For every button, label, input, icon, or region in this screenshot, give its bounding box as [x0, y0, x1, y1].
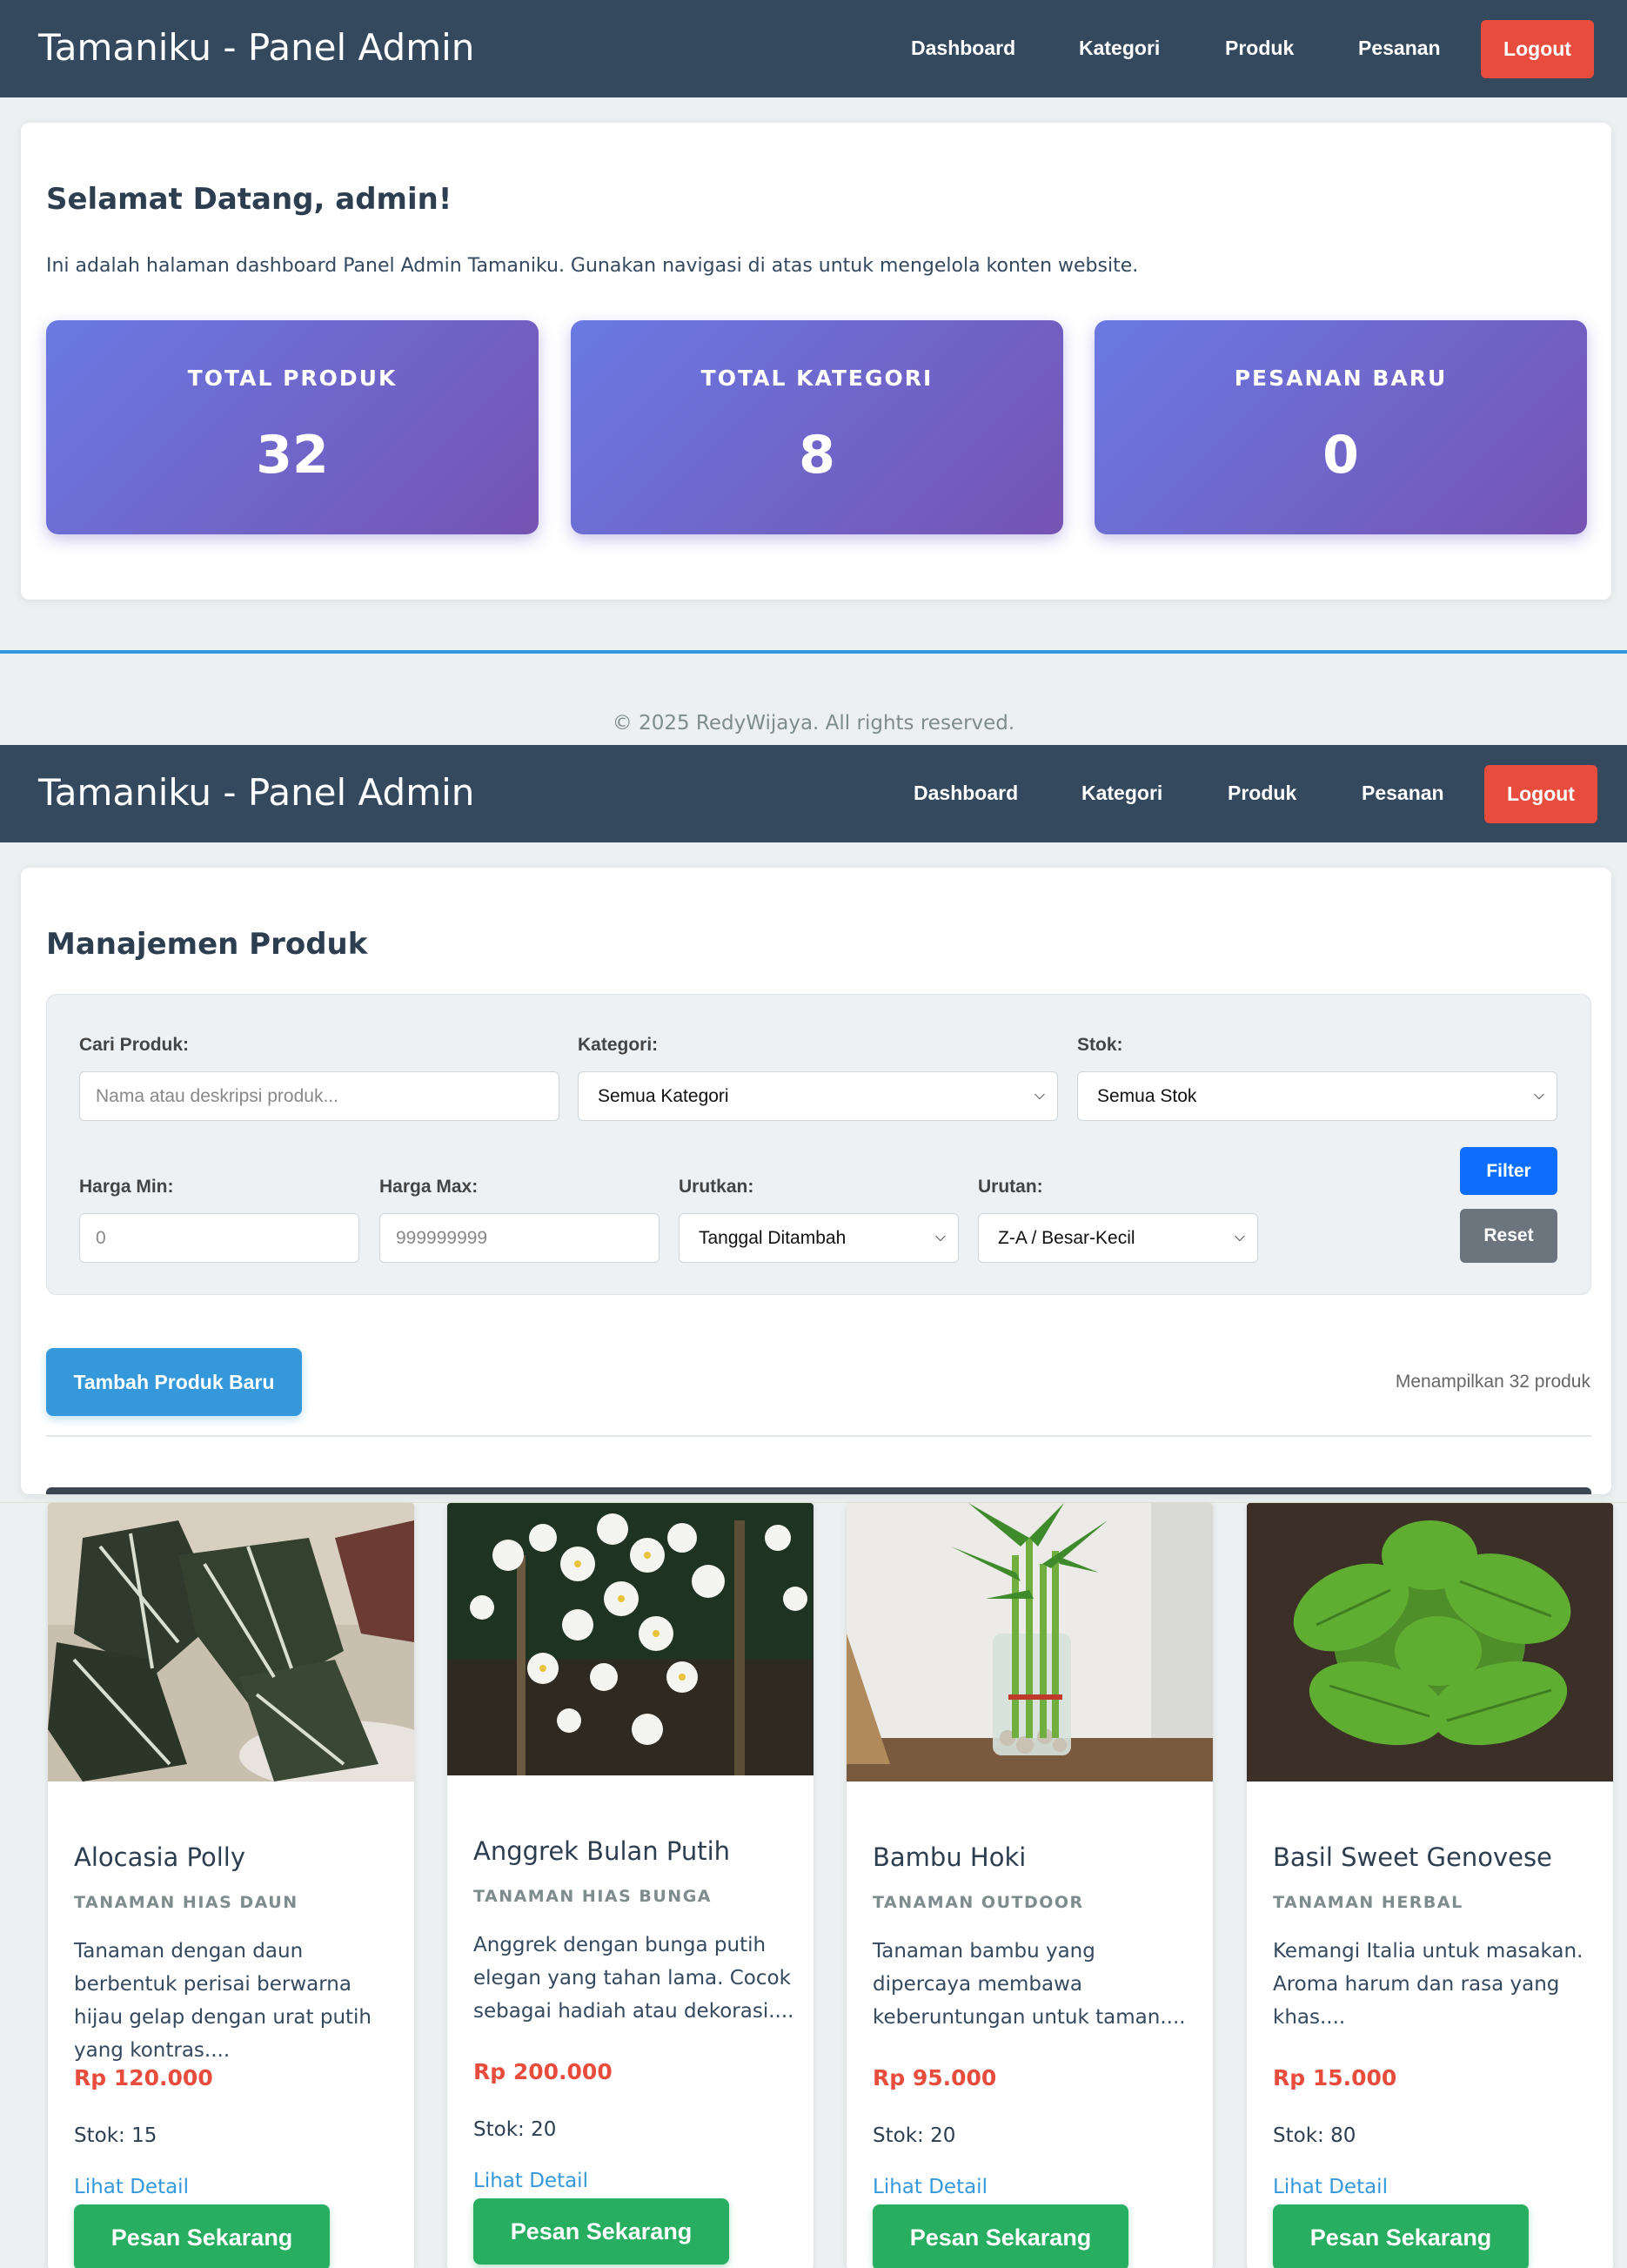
order-select[interactable]: Z-A / Besar-Kecil ⌵	[978, 1213, 1258, 1263]
stat-value: 8	[799, 425, 835, 486]
search-label: Cari Produk:	[79, 1035, 190, 1055]
brand-title[interactable]: Tamaniku - Panel Admin	[38, 26, 474, 69]
product-price: Rp 95.000	[873, 2065, 997, 2090]
stat-label: Total Kategori	[700, 366, 934, 391]
stat-pesanan-baru: Pesanan Baru 0	[1095, 320, 1587, 534]
table-header-strip	[46, 1487, 1591, 1494]
product-category: Tanaman Hias Daun	[74, 1893, 298, 1912]
product-category: Tanaman Outdoor	[873, 1893, 1084, 1912]
nav-kategori[interactable]: Kategori	[1079, 37, 1160, 60]
stat-value: 32	[256, 425, 329, 486]
product-image[interactable]	[447, 1503, 814, 1775]
order-now-button[interactable]: Pesan Sekarang	[74, 2204, 330, 2268]
product-image[interactable]	[48, 1503, 414, 1782]
basil-plant-image	[1247, 1503, 1613, 1782]
product-image[interactable]	[847, 1503, 1213, 1782]
nav-dashboard[interactable]: Dashboard	[914, 782, 1018, 805]
nav-dashboard[interactable]: Dashboard	[911, 37, 1015, 60]
product-name: Anggrek Bulan Putih	[473, 1836, 731, 1866]
product-name: Bambu Hoki	[873, 1842, 1027, 1872]
product-stock: Stok: 20	[873, 2124, 956, 2147]
product-name: Alocasia Polly	[74, 1842, 245, 1872]
order-now-button[interactable]: Pesan Sekarang	[1273, 2204, 1529, 2268]
min-price-input[interactable]	[79, 1213, 359, 1263]
logout-button[interactable]: Logout	[1481, 20, 1594, 78]
product-stock: Stok: 15	[74, 2124, 157, 2147]
product-description: Anggrek dengan bunga putih elegan yang t…	[473, 1934, 794, 2023]
category-select-value: Semua Kategori	[598, 1085, 729, 1106]
order-now-button[interactable]: Pesan Sekarang	[873, 2204, 1128, 2268]
page-title: Manajemen Produk	[46, 927, 368, 962]
stat-value: 0	[1322, 425, 1359, 486]
nav-produk[interactable]: Produk	[1225, 37, 1294, 60]
product-card: Anggrek Bulan Putih Tanaman Hias Bunga A…	[447, 1503, 814, 2268]
order-select-value: Z-A / Besar-Kecil	[998, 1227, 1135, 1248]
alocasia-leaves-image	[48, 1503, 414, 1782]
stat-total-produk: Total Produk 32	[46, 320, 539, 534]
reset-button[interactable]: Reset	[1460, 1209, 1557, 1263]
product-category: Tanaman Herbal	[1273, 1893, 1463, 1912]
product-description: Kemangi Italia untuk masakan. Aroma haru…	[1273, 1940, 1583, 2029]
chevron-down-icon: ⌵	[934, 1230, 946, 1245]
logout-button[interactable]: Logout	[1484, 765, 1597, 823]
product-name: Basil Sweet Genovese	[1273, 1842, 1552, 1872]
category-select[interactable]: Semua Kategori ⌵	[578, 1071, 1058, 1121]
product-price: Rp 120.000	[74, 2065, 213, 2090]
welcome-intro: Ini adalah halaman dashboard Panel Admin…	[46, 255, 1139, 277]
sort-select-value: Tanggal Ditambah	[699, 1227, 847, 1248]
product-detail-link[interactable]: Lihat Detail	[473, 2170, 588, 2192]
chevron-down-icon: ⌵	[1034, 1088, 1045, 1103]
product-stock: Stok: 80	[1273, 2124, 1356, 2147]
product-price: Rp 200.000	[473, 2059, 613, 2084]
search-input[interactable]	[79, 1071, 559, 1121]
nav-produk[interactable]: Produk	[1228, 782, 1296, 805]
section-divider	[46, 1435, 1591, 1437]
welcome-title: Selamat Datang, admin!	[46, 182, 452, 217]
order-label: Urutan:	[978, 1177, 1043, 1197]
stat-total-kategori: Total Kategori 8	[571, 320, 1063, 534]
brand-title[interactable]: Tamaniku - Panel Admin	[38, 771, 474, 814]
stat-label: Total Produk	[187, 366, 398, 391]
max-price-label: Harga Max:	[379, 1177, 479, 1197]
filter-button[interactable]: Filter	[1460, 1147, 1557, 1195]
product-card: Bambu Hoki Tanaman Outdoor Tanaman bambu…	[847, 1503, 1213, 2268]
product-detail-link[interactable]: Lihat Detail	[1273, 2176, 1388, 2198]
stock-label: Stok:	[1077, 1035, 1123, 1055]
footer-copyright: © 2025 RedyWijaya. All rights reserved.	[612, 712, 1015, 735]
sort-label: Urutkan:	[679, 1177, 754, 1197]
product-stock: Stok: 20	[473, 2118, 557, 2141]
product-detail-link[interactable]: Lihat Detail	[873, 2176, 988, 2198]
product-description: Tanaman dengan daun berbentuk perisai be…	[74, 1940, 372, 2062]
nav-pesanan[interactable]: Pesanan	[1362, 782, 1444, 805]
nav-pesanan[interactable]: Pesanan	[1358, 37, 1441, 60]
max-price-input[interactable]	[379, 1213, 660, 1263]
navbar-products: Tamaniku - Panel Admin Dashboard Kategor…	[0, 745, 1627, 842]
product-card: Basil Sweet Genovese Tanaman Herbal Kema…	[1247, 1503, 1613, 2268]
product-category: Tanaman Hias Bunga	[473, 1887, 713, 1906]
product-card: Alocasia Polly Tanaman Hias Daun Tanaman…	[48, 1503, 414, 2268]
lucky-bamboo-image	[847, 1503, 1213, 1782]
product-description: Tanaman bambu yang dipercaya membawa keb…	[873, 1940, 1186, 2029]
product-count: Menampilkan 32 produk	[1395, 1372, 1590, 1392]
product-detail-link[interactable]: Lihat Detail	[74, 2176, 189, 2198]
stat-label: Pesanan Baru	[1234, 366, 1448, 391]
category-label: Kategori:	[578, 1035, 659, 1055]
order-now-button[interactable]: Pesan Sekarang	[473, 2198, 729, 2265]
chevron-down-icon: ⌵	[1533, 1088, 1544, 1103]
product-price: Rp 15.000	[1273, 2065, 1397, 2090]
chevron-down-icon: ⌵	[1234, 1230, 1245, 1245]
nav-kategori[interactable]: Kategori	[1081, 782, 1162, 805]
sort-select[interactable]: Tanggal Ditambah ⌵	[679, 1213, 959, 1263]
navbar-dashboard: Tamaniku - Panel Admin Dashboard Kategor…	[0, 0, 1627, 97]
stock-select[interactable]: Semua Stok ⌵	[1077, 1071, 1557, 1121]
stock-select-value: Semua Stok	[1097, 1085, 1197, 1106]
white-orchid-image	[447, 1503, 814, 1775]
min-price-label: Harga Min:	[79, 1177, 174, 1197]
product-image[interactable]	[1247, 1503, 1613, 1782]
add-product-button[interactable]: Tambah Produk Baru	[46, 1348, 302, 1416]
footer-divider	[0, 650, 1627, 654]
